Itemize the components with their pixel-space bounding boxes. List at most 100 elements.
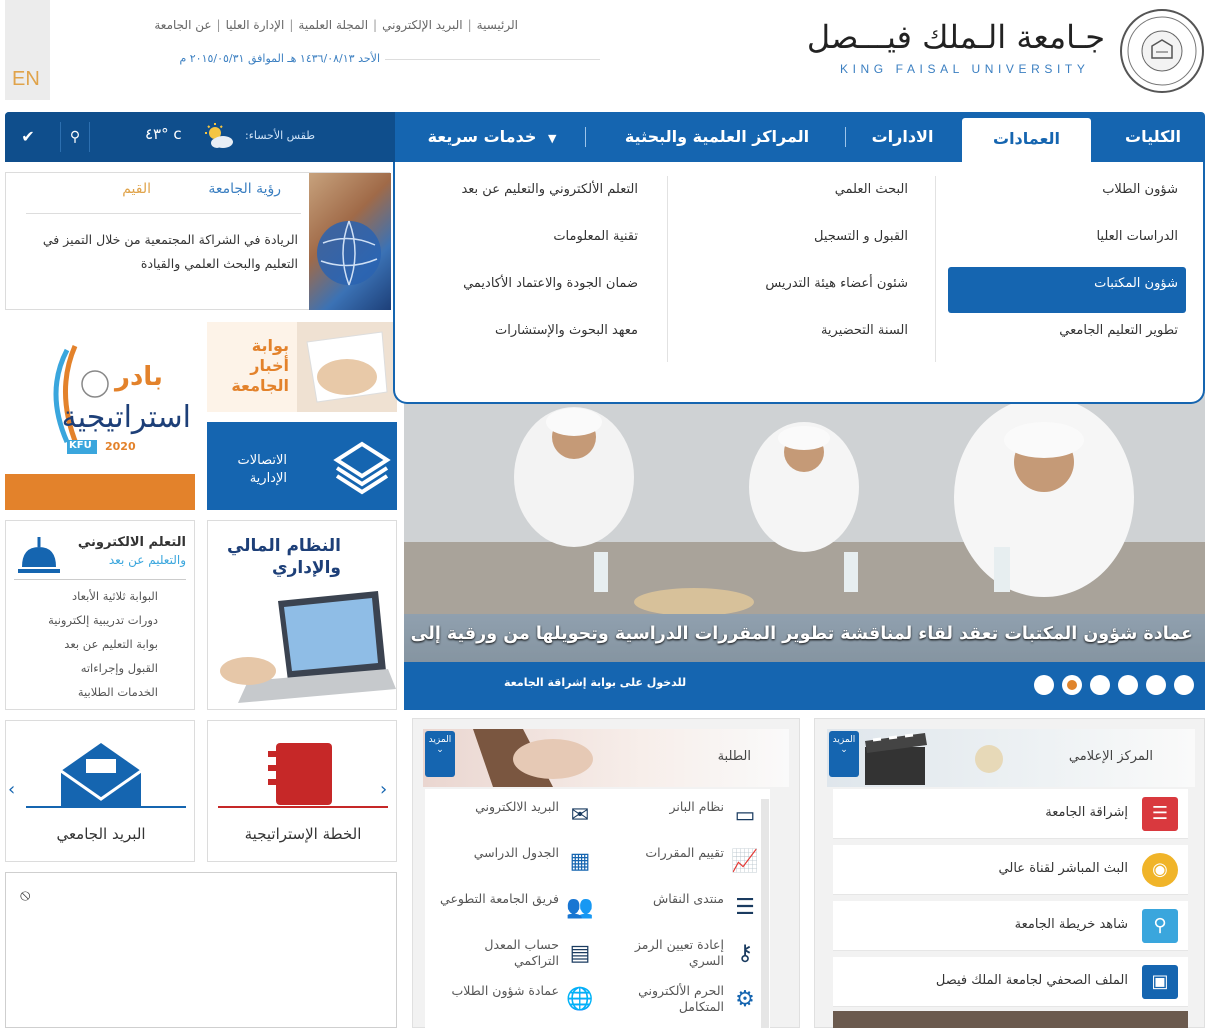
nav-colleges[interactable]: الكليات <box>1105 112 1201 162</box>
slider-dot[interactable] <box>1174 675 1194 695</box>
top-link-home[interactable]: الرئيسية <box>477 18 518 32</box>
service-e-campus[interactable]: ⚙ الحرم الألكتروني المتكامل <box>595 983 760 1027</box>
elearning-link[interactable]: البوابة ثلاثية الأبعاد <box>72 589 158 603</box>
service-label: حساب المعدل التراكمي <box>484 937 559 968</box>
financial-system-tile[interactable]: النظام المالي والإداري <box>207 520 397 710</box>
elearning-title[interactable]: التعلم الالكتروني <box>78 535 186 550</box>
news-portal-tile[interactable]: بوابة أخبار الجامعة <box>207 322 397 412</box>
language-switch-en[interactable]: EN <box>12 68 40 91</box>
service-reset-password[interactable]: ⚷ إعادة تعيين الرمز السري <box>595 937 760 981</box>
media-item-campus-map[interactable]: ⚲ شاهد خريطة الجامعة <box>833 901 1188 951</box>
book-icon: ▣ <box>1142 965 1178 999</box>
strategic-plan-tile[interactable]: › الخطة الإستراتيجية <box>207 720 397 862</box>
tab-values[interactable]: القيم <box>91 181 151 197</box>
nav-quick-services[interactable]: ▼ خدمات سريعة <box>417 112 567 162</box>
globe-hand-image <box>309 173 391 310</box>
menu-item-student-affairs[interactable]: شؤون الطلاب <box>1102 182 1178 197</box>
top-links: الرئيسية|البريد الإلكتروني|المجلة العلمي… <box>154 18 518 32</box>
tab-university-vision[interactable]: رؤية الجامعة <box>181 181 281 197</box>
menu-item-preparatory-year[interactable]: السنة التحضيرية <box>821 323 908 338</box>
elearning-link[interactable]: القبول وإجراءاته <box>81 661 158 675</box>
admin-communications-label: الاتصالات الإدارية <box>237 453 287 486</box>
elearning-link[interactable]: بوابة التعليم عن بعد <box>64 637 158 651</box>
search-icon[interactable]: ⚲ <box>60 122 90 152</box>
media-more-label: المزيد <box>832 735 856 745</box>
menu-item-admission-registration[interactable]: القبول و التسجيل <box>814 229 908 244</box>
deanships-dropdown-menu: شؤون الطلاب الدراسات العليا شؤون المكتبا… <box>393 162 1205 404</box>
menu-item-scientific-research[interactable]: البحث العلمي <box>835 182 908 197</box>
slider-controls: للدخول على بوابة إشراقة الجامعة <box>404 662 1205 710</box>
nav-deanships[interactable]: العمادات <box>962 118 1091 164</box>
elearning-link[interactable]: الخدمات الطلابية <box>78 685 158 699</box>
service-label: منتدى النقاش <box>652 891 724 906</box>
service-label: البريد الالكتروني <box>475 799 559 814</box>
media-more-button[interactable]: المزيد ⌄ <box>829 731 859 777</box>
slider-dot-active[interactable] <box>1062 675 1082 695</box>
logo-english-text[interactable]: KING FAISAL UNIVERSITY <box>840 62 1105 76</box>
check-icon[interactable]: ✔ <box>13 122 43 152</box>
university-seal-icon[interactable] <box>1112 6 1212 96</box>
students-panel: الطلبة المزيد ⌄ ▭ نظام البانر ✉ البريد ا… <box>412 718 800 1028</box>
menu-item-elearning[interactable]: التعلم الألكتروني والتعليم عن بعد <box>461 182 638 197</box>
sun-cloud-icon <box>205 123 233 148</box>
media-item-label: إشراقة الجامعة <box>1045 805 1128 820</box>
meeting-photo <box>404 392 1205 616</box>
menu-item-it[interactable]: تقنية المعلومات <box>553 229 638 244</box>
logo-arabic-text[interactable]: جـامعة الـملك فيـــصل <box>807 18 1105 56</box>
media-item-ishraqa[interactable]: ☰ إشراقة الجامعة <box>833 789 1188 839</box>
students-more-button[interactable]: المزيد ⌄ <box>425 731 455 777</box>
service-forum[interactable]: ☰ منتدى النقاش <box>595 891 760 935</box>
news-slider[interactable]: عمادة شؤون المكتبات تعقد لقاء لمناقشة تط… <box>404 392 1205 710</box>
service-volunteer-team[interactable]: 👥 فريق الجامعة التطوعي <box>430 891 595 935</box>
strategy-2020-tile[interactable]: بادر استراتيجية KFU 2020 <box>5 322 195 510</box>
top-link-admin[interactable]: الإدارة العليا <box>226 18 285 32</box>
menu-column-divider <box>667 176 668 362</box>
menu-item-quality-assurance[interactable]: ضمان الجودة والاعتماد الأكاديمي <box>463 276 638 291</box>
strategy-bar <box>5 474 195 510</box>
top-link-about[interactable]: عن الجامعة <box>154 18 211 32</box>
divider <box>385 59 600 60</box>
service-email[interactable]: ✉ البريد الالكتروني <box>430 799 595 843</box>
slider-dot[interactable] <box>1118 675 1138 695</box>
students-scrollbar[interactable] <box>761 799 769 1028</box>
menu-item-university-education-dev[interactable]: تطوير التعليم الجامعي <box>1059 323 1178 338</box>
media-item-live-broadcast[interactable]: ◉ البث المباشر لقناة عالي <box>833 845 1188 895</box>
slider-dot[interactable] <box>1146 675 1166 695</box>
media-item-press-file[interactable]: ▣ الملف الصحفي لجامعة الملك فيصل <box>833 957 1188 1007</box>
media-photo-strip <box>833 1011 1188 1028</box>
media-item-label: شاهد خريطة الجامعة <box>1014 917 1128 932</box>
lamp-icon <box>18 537 60 573</box>
service-banner-system[interactable]: ▭ نظام البانر <box>595 799 760 843</box>
menu-item-faculty-affairs[interactable]: شئون أعضاء هيئة التدريس <box>765 276 908 291</box>
chevron-down-icon: ⌄ <box>840 745 848 755</box>
elearning-subtitle[interactable]: والتعليم عن بعد <box>109 553 186 567</box>
university-mail-label: البريد الجامعي <box>56 825 146 843</box>
elearning-link[interactable]: دورات تدريبية إلكترونية <box>48 613 158 627</box>
slider-dot[interactable] <box>1034 675 1054 695</box>
menu-item-graduate-studies[interactable]: الدراسات العليا <box>1096 229 1178 244</box>
service-schedule[interactable]: ▦ الجدول الدراسي <box>430 845 595 889</box>
nav-research-centers[interactable]: المراكز العلمية والبحثية <box>597 112 837 162</box>
slider-dot[interactable] <box>1090 675 1110 695</box>
chevron-left-icon[interactable]: ‹ <box>8 779 15 800</box>
service-student-affairs[interactable]: 🌐 عمادة شؤون الطلاب <box>430 983 595 1027</box>
broadcast-icon: ◉ <box>1142 853 1178 887</box>
nav-departments[interactable]: الادارات <box>855 112 950 162</box>
slider-caption[interactable]: عمادة شؤون المكتبات تعقد لقاء لمناقشة تط… <box>411 624 1193 644</box>
menu-item-research-institute[interactable]: معهد البحوث والإستشارات <box>495 323 638 338</box>
ishraqa-portal-link[interactable]: للدخول على بوابة إشراقة الجامعة <box>504 676 686 689</box>
strategic-plan-label: الخطة الإستراتيجية <box>244 825 362 843</box>
mail-icon: ✉ <box>570 803 590 828</box>
network-icon: ⚙ <box>735 987 755 1012</box>
menu-item-library-affairs[interactable]: شؤون المكتبات <box>1094 276 1178 291</box>
service-label: تقييم المقررات <box>645 845 724 860</box>
university-mail-tile[interactable]: ‹ البريد الجامعي <box>5 720 195 862</box>
admin-communications-tile[interactable]: الاتصالات الإدارية <box>207 422 397 510</box>
top-link-email[interactable]: البريد الإلكتروني <box>382 18 463 32</box>
service-label: إعادة تعيين الرمز السري <box>634 937 724 968</box>
service-course-evaluation[interactable]: 📈 تقييم المقررات <box>595 845 760 889</box>
weather-label: طقس الأحساء: <box>245 129 316 142</box>
service-gpa-calculator[interactable]: ▤ حساب المعدل التراكمي <box>430 937 595 981</box>
chevron-right-icon[interactable]: › <box>380 779 387 800</box>
top-link-journal[interactable]: المجلة العلمية <box>298 18 368 32</box>
